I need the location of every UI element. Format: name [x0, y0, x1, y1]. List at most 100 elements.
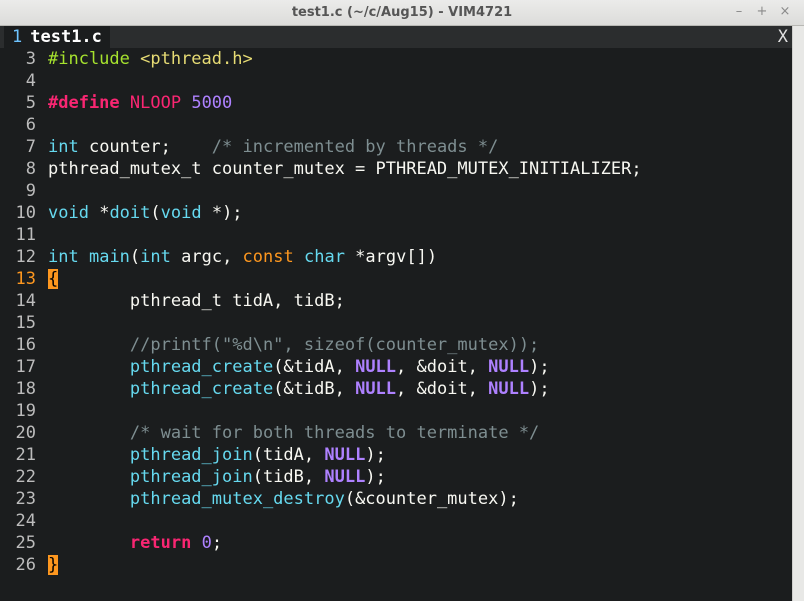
code-token: , &doit, [396, 379, 489, 399]
line-number: 8 [25, 159, 36, 179]
code-line[interactable]: 22 pthread_join(tidB, NULL); [0, 466, 792, 488]
tab-line: 1 test1.c X [0, 26, 792, 48]
code-token: NULL [488, 357, 530, 377]
code-line[interactable]: 26} [0, 554, 792, 576]
code-text: #include <pthread.h> [48, 48, 253, 70]
code-token: //printf("%d\n", sizeof(counter_mutex)); [129, 335, 540, 355]
line-number: 10 [15, 203, 36, 223]
code-token: pthread_mutex_destroy [129, 489, 345, 509]
code-text: //printf("%d\n", sizeof(counter_mutex)); [48, 334, 539, 356]
code-line[interactable]: 6 [0, 114, 792, 136]
line-number: 26 [15, 555, 36, 575]
line-number: 12 [15, 247, 36, 267]
line-number: 6 [25, 115, 36, 135]
code-token: ( [129, 247, 141, 267]
code-token: ); [529, 379, 550, 399]
code-line[interactable]: 5 #define NLOOP 5000 [0, 92, 792, 114]
code-text: pthread_join(tidB, NULL); [48, 466, 386, 488]
code-text: pthread_join(tidA, NULL); [48, 444, 386, 466]
line-number: 25 [15, 533, 36, 553]
code-token: (tidA, [252, 445, 325, 465]
line-number: 4 [25, 71, 36, 91]
code-text: return 0; [48, 532, 222, 554]
code-text: pthread_create(&tidB, NULL, &doit, NULL)… [48, 378, 550, 400]
code-token: return [129, 533, 192, 553]
code-line[interactable]: 15 [0, 312, 792, 334]
tab-close-button[interactable]: X [778, 26, 788, 48]
code-token: counter; [78, 137, 212, 157]
code-text: pthread_mutex_destroy(&counter_mutex); [48, 488, 519, 510]
line-number: 16 [15, 335, 36, 355]
code-line[interactable]: 17 pthread_create(&tidA, NULL, &doit, NU… [0, 356, 792, 378]
minimize-icon[interactable]: – [730, 3, 748, 21]
code-token: pthread_create [129, 379, 274, 399]
code-token: argc, [170, 247, 243, 267]
code-token: pthread_t tidA, tidB; [48, 291, 345, 311]
code-token: ( [150, 203, 161, 223]
code-line[interactable]: 8 pthread_mutex_t counter_mutex = PTHREAD… [0, 158, 792, 180]
line-number: 24 [15, 511, 36, 531]
code-line[interactable]: 20 /* wait for both threads to terminate… [0, 422, 792, 444]
tab-test1-c[interactable]: 1 test1.c [4, 26, 110, 48]
code-text: int main(int argc, const char *argv[]) [48, 246, 437, 268]
window-title: test1.c (~/c/Aug15) - VIM4721 [291, 5, 513, 20]
line-number: 5 [25, 93, 36, 113]
vertical-scrollbar[interactable] [792, 26, 804, 601]
code-line[interactable]: 14 pthread_t tidA, tidB; [0, 290, 792, 312]
code-line[interactable]: 23 pthread_mutex_destroy(&counter_mutex)… [0, 488, 792, 510]
code-line[interactable]: 24 [0, 510, 792, 532]
code-token: , &doit, [396, 357, 489, 377]
code-token: pthread_mutex_t counter_mutex = PTHREAD_… [48, 159, 642, 179]
code-line[interactable]: 3 #include <pthread.h> [0, 48, 792, 70]
line-number: 18 [15, 379, 36, 399]
line-number: 19 [15, 401, 36, 421]
code-line[interactable]: 7 int counter; /* incremented by threads … [0, 136, 792, 158]
code-line[interactable]: 13 { [0, 268, 792, 290]
code-line[interactable]: 18 pthread_create(&tidB, NULL, &doit, NU… [0, 378, 792, 400]
code-line[interactable]: 25 return 0; [0, 532, 792, 554]
code-token: *); [201, 203, 243, 223]
editor-buffer[interactable]: 3 #include <pthread.h> 4 5 #define NLOOP 500… [0, 48, 792, 601]
code-token: *argv[]) [344, 247, 438, 267]
code-line[interactable]: 12 int main(int argc, const char *argv[]) [0, 246, 792, 268]
code-token: ); [529, 357, 550, 377]
code-text: { [48, 268, 59, 290]
code-token: pthread_create [129, 357, 274, 377]
code-token: #include [48, 49, 141, 69]
code-line[interactable]: 21 pthread_join(tidA, NULL); [0, 444, 792, 466]
code-token: 5000 [191, 93, 233, 113]
code-line[interactable]: 19 [0, 400, 792, 422]
code-token: NULL [324, 467, 366, 487]
maximize-icon[interactable]: + [753, 3, 771, 21]
code-token: ); [365, 445, 386, 465]
matched-brace: } [48, 555, 59, 575]
code-token: ); [365, 467, 386, 487]
code-token: <pthread.h> [140, 49, 253, 69]
line-number: 14 [15, 291, 36, 311]
code-line[interactable]: 11 [0, 224, 792, 246]
code-token: void [48, 203, 89, 223]
code-line[interactable]: 4 [0, 70, 792, 92]
code-token: NULL [488, 379, 530, 399]
line-number: 11 [15, 225, 36, 245]
code-token: NULL [355, 379, 397, 399]
code-line[interactable]: 9 [0, 180, 792, 202]
code-token: * [88, 203, 110, 223]
close-icon[interactable]: × [776, 3, 794, 21]
title-bar[interactable]: test1.c (~/c/Aug15) - VIM4721 – + × [0, 0, 804, 26]
code-token: NULL [324, 445, 366, 465]
line-number: 22 [15, 467, 36, 487]
code-line[interactable]: 16 //printf("%d\n", sizeof(counter_mutex… [0, 334, 792, 356]
code-line[interactable]: 10 void *doit(void *); [0, 202, 792, 224]
code-token: int [48, 137, 79, 157]
code-token: /* wait for both threads to terminate */ [129, 423, 540, 443]
tab-label: test1.c [30, 27, 102, 47]
code-text: pthread_t tidA, tidB; [48, 290, 345, 312]
